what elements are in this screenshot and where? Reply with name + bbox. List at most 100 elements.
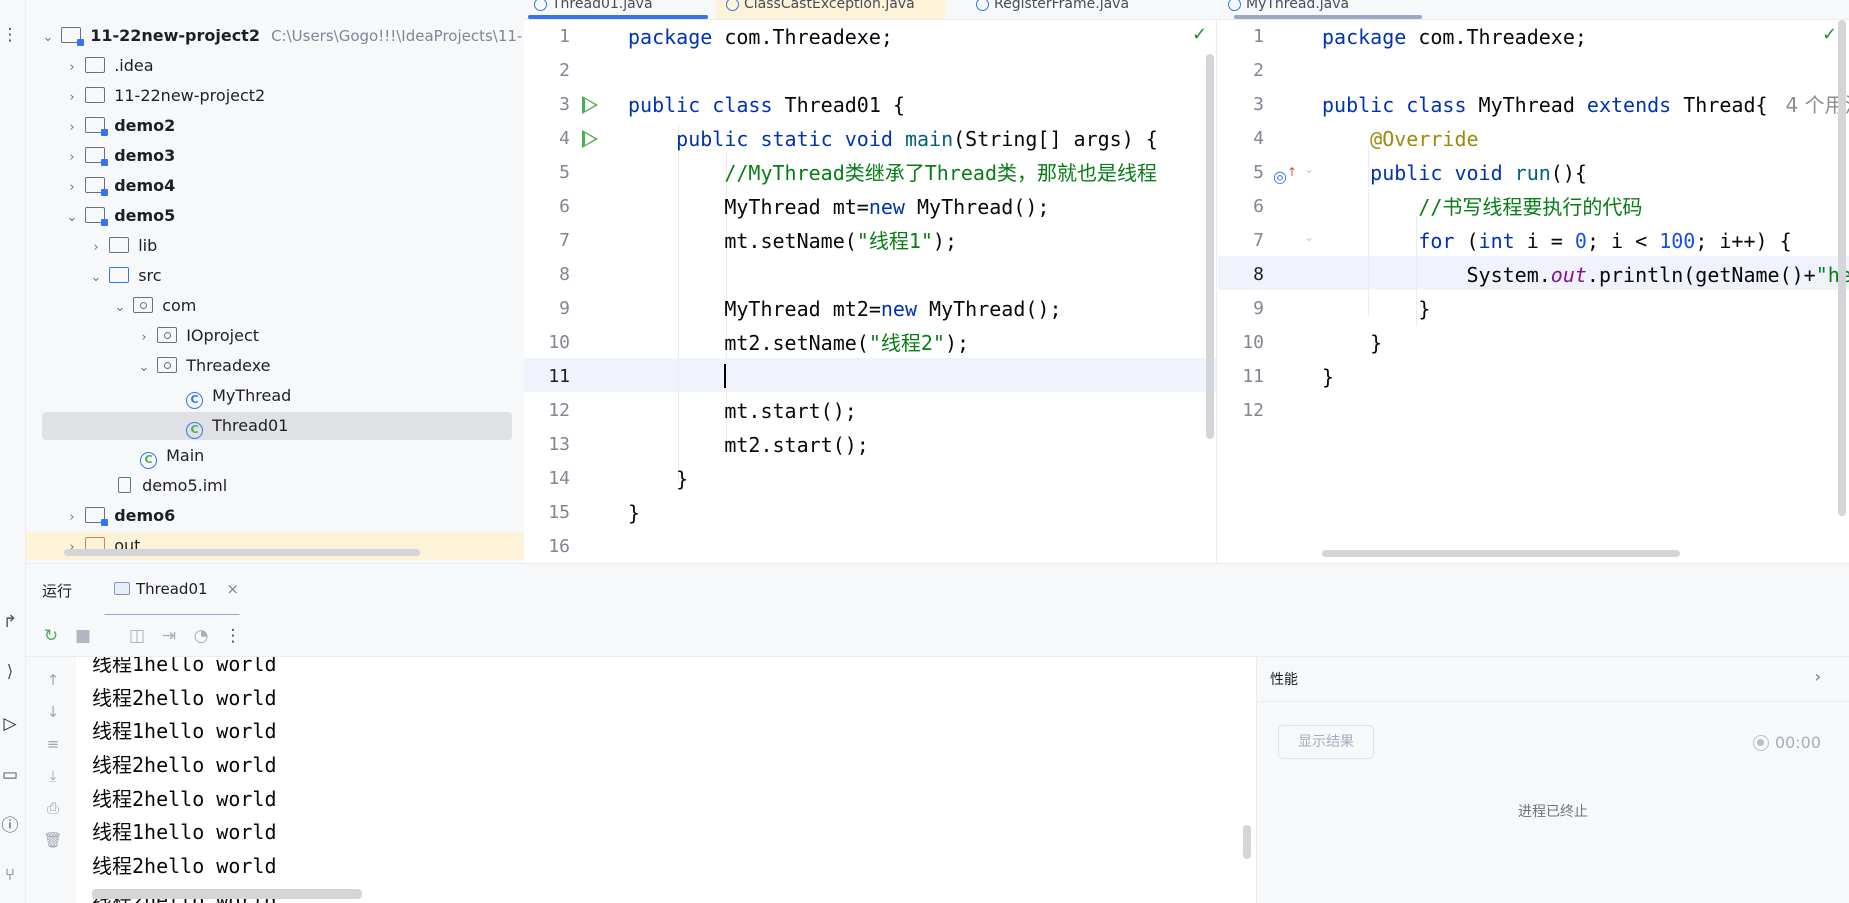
tree-item-root[interactable]: ⌄ 11-22new-project2 C:\Users\Gogo!!!\Ide… xyxy=(40,22,522,50)
tree-item-demo5[interactable]: ⌄ demo5 xyxy=(64,202,175,230)
chevron-right-icon[interactable]: › xyxy=(64,144,80,172)
tree-item-com[interactable]: ⌄ com xyxy=(112,292,197,322)
line-number: 2 xyxy=(559,60,570,81)
chevron-down-icon[interactable]: ⌄ xyxy=(88,264,104,292)
code-line-14: } xyxy=(628,467,689,491)
chevron-right-icon[interactable]: › xyxy=(1815,667,1821,686)
editor-horizontal-scrollbar[interactable] xyxy=(1322,550,1680,557)
chevron-right-icon[interactable]: › xyxy=(64,84,80,112)
active-tab-indicator xyxy=(528,15,708,19)
chevron-right-icon[interactable]: › xyxy=(136,324,152,352)
rerun-icon[interactable]: ↻ xyxy=(40,625,62,647)
code-line-3: public class MyThread extends Thread{4 个… xyxy=(1322,88,1849,122)
camera-icon[interactable]: ◫ xyxy=(126,625,148,647)
console-line: 线程2hello world xyxy=(92,787,277,811)
console-horizontal-scrollbar[interactable] xyxy=(92,889,362,899)
chevron-down-icon[interactable]: ⌄ xyxy=(40,24,56,52)
override-icon[interactable]: ◎↑ xyxy=(1273,165,1297,186)
run-tool-icon[interactable]: ▷ xyxy=(0,713,20,735)
chevron-right-icon[interactable]: › xyxy=(64,54,80,82)
tree-item-src[interactable]: ⌄ src xyxy=(88,262,162,290)
line-number: 10 xyxy=(1242,332,1264,353)
tree-item-mythread[interactable]: C MyThread xyxy=(186,382,291,410)
module-folder-icon xyxy=(85,147,109,166)
arrow-up-icon[interactable]: ↑ xyxy=(42,669,64,691)
line-number: 5 xyxy=(559,162,570,183)
timer-value: 00:00 xyxy=(1774,733,1821,752)
tree-item-main[interactable]: C Main xyxy=(140,442,204,470)
divider xyxy=(1257,701,1849,702)
class-icon xyxy=(726,0,739,11)
tab-registerframe[interactable]: RegisterFrame.java xyxy=(966,0,1130,19)
chevron-right-icon[interactable]: › xyxy=(64,114,80,142)
run-class-icon[interactable] xyxy=(582,96,598,114)
left-editor-tabbar: Thread01.java ClassCastException.java Re… xyxy=(524,0,1217,20)
problems-icon[interactable]: ⓘ xyxy=(0,815,20,837)
tree-item-threadexe[interactable]: ⌄ Threadexe xyxy=(136,352,271,380)
tree-item-ioproject[interactable]: › IOproject xyxy=(136,322,259,350)
chevron-right-icon[interactable]: › xyxy=(88,234,104,262)
tree-horizontal-scrollbar[interactable] xyxy=(64,549,420,556)
tree-item-lib[interactable]: › lib xyxy=(88,232,157,260)
scroll-to-end-icon[interactable]: ⤓ xyxy=(42,765,64,787)
run-main-icon[interactable] xyxy=(582,130,598,148)
chevron-down-icon[interactable]: ⌄ xyxy=(136,354,152,382)
run-tab-label: Thread01 xyxy=(136,580,208,598)
trash-icon[interactable]: 🗑 xyxy=(42,829,64,851)
profiler-icon[interactable]: ◔ xyxy=(190,625,212,647)
line-number: 12 xyxy=(1242,400,1264,421)
chevron-down-icon[interactable]: ⌄ xyxy=(64,204,80,232)
class-icon xyxy=(534,0,547,11)
fold-icon[interactable]: ⌄ xyxy=(1304,230,1314,244)
project-tree: ⌄ 11-22new-project2 C:\Users\Gogo!!!\Ide… xyxy=(26,0,524,563)
editor-vertical-scrollbar[interactable] xyxy=(1838,20,1846,516)
tree-item-demo2[interactable]: › demo2 xyxy=(64,112,175,140)
code-line-1: package com.Threadexe; xyxy=(628,25,893,49)
arrow-down-icon[interactable]: ↓ xyxy=(42,701,64,723)
show-results-button[interactable]: 显示结果 xyxy=(1278,725,1374,759)
more-icon[interactable]: ⋮ xyxy=(0,24,20,46)
line-number: 16 xyxy=(548,536,570,557)
tree-item-demo6[interactable]: › demo6 xyxy=(64,502,175,530)
commit-icon[interactable]: ↱ xyxy=(0,611,20,633)
chevron-right-icon[interactable]: › xyxy=(64,504,80,532)
console-output[interactable]: 线程1hello world 线程2hello world 线程1hello w… xyxy=(76,657,1256,903)
more-options-icon[interactable]: ⋮ xyxy=(222,625,244,647)
tree-item-label: Thread01 xyxy=(212,416,289,435)
run-config-icon xyxy=(114,582,130,595)
tree-item-thread01[interactable]: C Thread01 xyxy=(42,412,512,440)
source-folder-icon xyxy=(109,267,130,283)
chevron-right-icon[interactable]: › xyxy=(64,174,80,202)
tree-item-demo3[interactable]: › demo3 xyxy=(64,142,175,170)
git-icon[interactable]: ⑂ xyxy=(0,864,20,886)
fold-icon[interactable]: ⌄ xyxy=(1304,162,1314,176)
console-vertical-scrollbar[interactable] xyxy=(1243,825,1251,859)
tree-item-label: IOproject xyxy=(186,326,260,345)
services-icon[interactable]: ⟩ xyxy=(0,661,20,683)
close-icon[interactable]: × xyxy=(226,580,239,598)
stop-icon[interactable]: ■ xyxy=(72,625,94,647)
soft-wrap-icon[interactable]: ≡ xyxy=(42,733,64,755)
tree-item-iml[interactable]: demo5.iml xyxy=(118,472,227,500)
run-panel-title: 运行 xyxy=(42,582,73,600)
tree-item-project-folder[interactable]: › 11-22new-project2 xyxy=(64,82,265,110)
tree-item-idea[interactable]: › .idea xyxy=(64,52,153,82)
left-editor[interactable]: 1 2 3 4 5 6 7 8 9 10 11 12 13 14 15 16 ✓… xyxy=(524,20,1217,563)
chevron-down-icon[interactable]: ⌄ xyxy=(112,294,128,322)
restore-layout-icon[interactable]: ⇥ xyxy=(158,625,180,647)
inspection-ok-icon[interactable]: ✓ xyxy=(1822,24,1837,45)
run-tab-thread01[interactable]: Thread01 × xyxy=(106,564,239,614)
editor-vertical-scrollbar[interactable] xyxy=(1206,54,1214,439)
code-line-5: public void run(){ xyxy=(1322,161,1587,185)
class-icon: C xyxy=(186,392,203,409)
inspection-ok-icon[interactable]: ✓ xyxy=(1192,24,1207,45)
tab-label: RegisterFrame.java xyxy=(994,0,1130,12)
tree-item-label: demo2 xyxy=(114,116,176,135)
tree-item-demo4[interactable]: › demo4 xyxy=(64,172,175,200)
right-editor[interactable]: 1 2 3 4 5 6 7 8 9 10 11 12 ◎↑ ⌄ ⌄ ✓ pack… xyxy=(1218,20,1849,563)
chevron-right-icon[interactable]: › xyxy=(64,534,80,562)
terminal-icon[interactable]: ▭ xyxy=(0,764,20,786)
print-icon[interactable]: ⎙ xyxy=(42,797,64,819)
tab-classcastexception[interactable]: ClassCastException.java xyxy=(716,0,946,19)
code-line-8: System.out.println(getName()+"he xyxy=(1322,263,1849,287)
